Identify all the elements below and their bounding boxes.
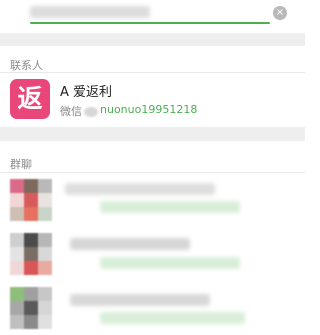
contact-wechat-id: nuonuo19951218 — [100, 103, 198, 116]
group-chat-row[interactable] — [0, 227, 305, 281]
group-avatar — [10, 179, 52, 221]
avatar-blur — [84, 107, 98, 117]
group-meta-blur — [100, 201, 240, 213]
close-icon[interactable]: × — [273, 6, 287, 20]
group-chat-row[interactable] — [0, 173, 305, 227]
search-query-blur — [30, 6, 150, 18]
search-bar[interactable]: × — [0, 0, 305, 33]
group-meta-blur — [100, 257, 240, 269]
fanli-app-icon: 返 — [10, 79, 50, 119]
group-chat-row[interactable] — [0, 281, 305, 335]
groups-section-title: 群聊 — [10, 158, 32, 171]
group-meta-blur — [100, 312, 245, 324]
group-name-blur — [70, 238, 190, 250]
contact-name: A 爱返利 — [60, 85, 113, 100]
group-name-blur — [65, 183, 215, 195]
section-gap-top — [0, 33, 305, 46]
contacts-section-title: 联系人 — [10, 59, 43, 72]
wechat-label: 微信 — [60, 105, 82, 118]
search-underline — [30, 22, 270, 24]
group-name-blur — [70, 294, 210, 306]
section-gap-middle — [0, 127, 305, 141]
group-avatar — [10, 287, 52, 329]
contact-row[interactable]: 返 A 爱返利 微信 nuonuo19951218 — [0, 73, 305, 127]
contact-meta: 微信 — [60, 103, 102, 119]
group-avatar — [10, 233, 52, 275]
